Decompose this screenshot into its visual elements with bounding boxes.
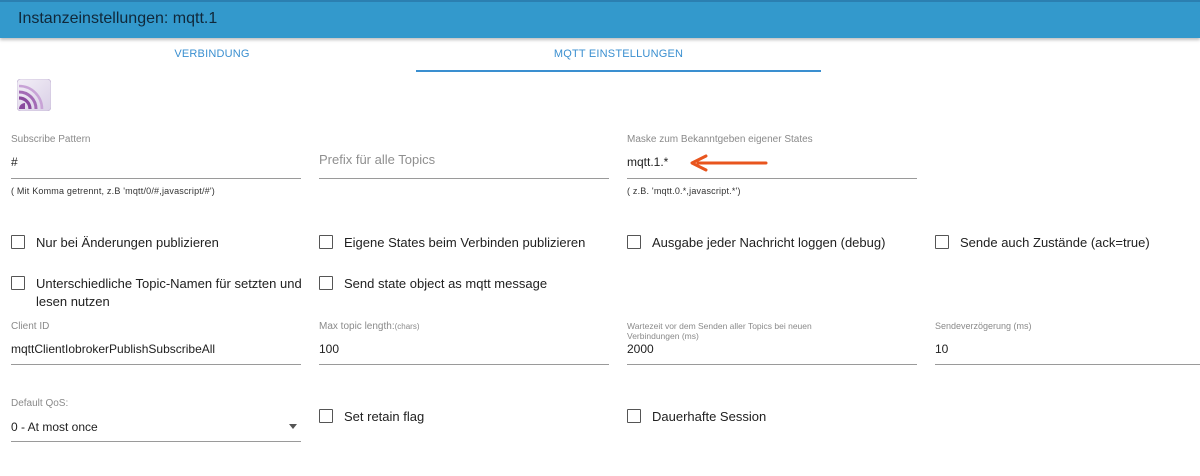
mask-input[interactable]: mqtt.1.* — [627, 155, 668, 169]
different-topics-label-line1: Unterschiedliche Topic-Namen für setzten… — [36, 276, 302, 291]
different-topics-checkbox[interactable] — [11, 276, 25, 290]
own-states-label: Eigene States beim Verbinden publizieren — [344, 235, 586, 250]
max-topic-length-underline — [319, 364, 609, 365]
client-id-input[interactable]: mqttClientIobrokerPublishSubscribeAll — [11, 342, 215, 356]
tab-verbindung[interactable]: VERBINDUNG — [12, 48, 412, 72]
active-tab-indicator — [416, 70, 821, 72]
tab-verbindung-label: VERBINDUNG — [174, 48, 250, 60]
persistent-session-checkbox[interactable] — [627, 409, 641, 423]
wait-time-underline — [627, 364, 917, 365]
default-qos-select[interactable]: 0 - At most once — [11, 420, 98, 434]
page-title: Instanzeinstellungen: mqtt.1 — [18, 10, 218, 27]
wait-time-label: Wartezeit vor dem Senden aller Topics be… — [627, 321, 812, 341]
subscribe-pattern-input[interactable]: # — [11, 155, 18, 169]
max-topic-length-label-text: Max topic length: — [319, 321, 395, 332]
tab-mqtt-einstellungen-label: MQTT EINSTELLUNGEN — [553, 48, 684, 60]
mask-underline — [627, 178, 917, 179]
chevron-down-icon[interactable] — [289, 424, 297, 429]
state-object-label: Send state object as mqtt message — [344, 276, 548, 291]
default-qos-label: Default QoS: — [11, 398, 69, 409]
retain-flag-label: Set retain flag — [344, 409, 425, 424]
retain-flag-checkbox[interactable] — [319, 409, 333, 423]
send-ack-label: Sende auch Zustände (ack=true) — [960, 235, 1150, 250]
subscribe-pattern-underline — [11, 178, 301, 179]
tab-mqtt-einstellungen[interactable]: MQTT EINSTELLUNGEN — [416, 48, 821, 72]
log-debug-checkbox[interactable] — [627, 235, 641, 249]
send-delay-underline — [935, 364, 1200, 365]
annotation-arrow-icon — [690, 154, 768, 172]
send-delay-input[interactable]: 10 — [935, 342, 948, 356]
mask-label: Maske zum Bekanntgeben eigener States — [627, 134, 813, 145]
default-qos-underline — [11, 441, 301, 442]
own-states-checkbox[interactable] — [319, 235, 333, 249]
mqtt-logo-icon — [16, 78, 52, 112]
send-delay-label: Sendeverzögerung (ms) — [935, 321, 1032, 331]
send-ack-checkbox[interactable] — [935, 235, 949, 249]
max-topic-length-label: Max topic length:(chars) — [319, 321, 420, 332]
prefix-underline — [319, 178, 609, 179]
client-id-label: Client ID — [11, 321, 50, 332]
client-id-underline — [11, 364, 301, 365]
wait-time-input[interactable]: 2000 — [627, 342, 654, 356]
only-changes-checkbox[interactable] — [11, 235, 25, 249]
persistent-session-label: Dauerhafte Session — [652, 409, 767, 424]
max-topic-length-input[interactable]: 100 — [319, 342, 339, 356]
subscribe-pattern-helper: ( Mit Komma getrennt, z.B 'mqtt/0/#,java… — [11, 186, 216, 196]
prefix-input[interactable]: Prefix für alle Topics — [319, 152, 435, 167]
mask-helper: ( z.B. 'mqtt.0.*,javascript.*') — [627, 186, 741, 196]
max-topic-length-label-suffix: (chars) — [394, 322, 420, 331]
only-changes-label: Nur bei Änderungen publizieren — [36, 235, 219, 250]
different-topics-label-line2: lesen nutzen — [36, 294, 110, 309]
log-debug-label: Ausgabe jeder Nachricht loggen (debug) — [652, 235, 886, 250]
subscribe-pattern-label: Subscribe Pattern — [11, 134, 91, 145]
state-object-checkbox[interactable] — [319, 276, 333, 290]
title-bar: Instanzeinstellungen: mqtt.1 — [0, 0, 1200, 38]
